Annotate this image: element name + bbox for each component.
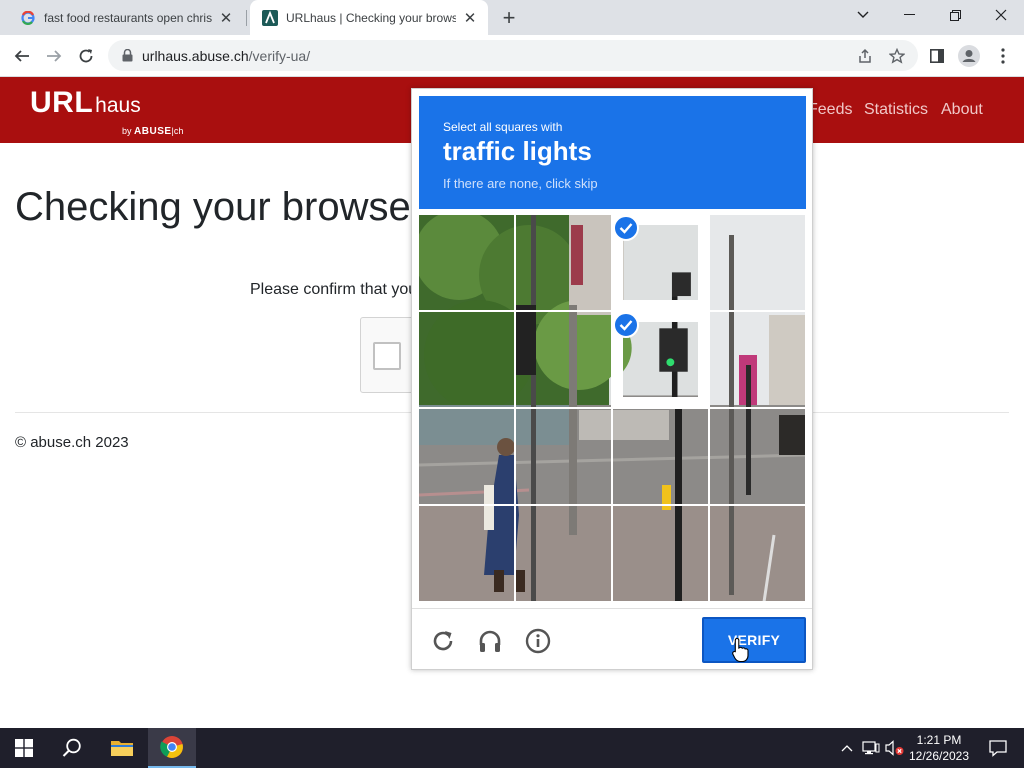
headphones-icon[interactable] bbox=[475, 626, 505, 656]
windows-start-icon[interactable] bbox=[0, 728, 48, 768]
challenge-instruction: Select all squares with bbox=[443, 120, 563, 134]
tile-image bbox=[516, 215, 611, 310]
urlhaus-logo[interactable]: URLhaus by ABUSE|ch bbox=[30, 86, 183, 137]
tile-image bbox=[516, 506, 611, 601]
tile-image bbox=[419, 215, 514, 310]
tab-urlhaus[interactable]: URLhaus | Checking your browse ✕ bbox=[250, 0, 488, 35]
network-icon[interactable] bbox=[860, 728, 882, 768]
verify-button[interactable]: VERIFY bbox=[702, 617, 806, 663]
logo-by: by bbox=[122, 126, 132, 136]
challenge-hint: If there are none, click skip bbox=[443, 176, 598, 191]
address-bar[interactable]: urlhaus.abuse.ch/verify-ua/ bbox=[108, 40, 918, 71]
google-icon bbox=[20, 10, 36, 26]
star-icon[interactable] bbox=[888, 47, 906, 65]
nav-about[interactable]: About bbox=[941, 101, 983, 119]
nav-feeds[interactable]: Feeds bbox=[808, 101, 852, 119]
tab-strip: fast food restaurants open christ ✕ URLh… bbox=[0, 0, 1024, 35]
tile-image bbox=[516, 409, 611, 504]
challenge-grid bbox=[419, 215, 806, 602]
challenge-tile[interactable] bbox=[710, 409, 805, 504]
search-icon[interactable] bbox=[48, 728, 96, 768]
logo-brand: URL bbox=[30, 86, 94, 119]
tab-title: URLhaus | Checking your browse bbox=[286, 10, 456, 25]
tile-image bbox=[710, 312, 805, 407]
tab-separator bbox=[246, 10, 247, 26]
browser-toolbar: urlhaus.abuse.ch/verify-ua/ bbox=[0, 35, 1024, 77]
url-path: /verify-ua/ bbox=[248, 47, 311, 64]
minimize-icon[interactable] bbox=[886, 0, 932, 30]
challenge-tile[interactable] bbox=[710, 215, 805, 310]
challenge-tile[interactable] bbox=[613, 409, 708, 504]
chrome-icon[interactable] bbox=[148, 728, 196, 768]
challenge-footer: VERIFY bbox=[412, 608, 812, 670]
close-icon[interactable]: ✕ bbox=[216, 8, 236, 28]
forward-icon[interactable] bbox=[40, 42, 68, 70]
challenge-tile[interactable] bbox=[516, 506, 611, 601]
reload-icon[interactable] bbox=[428, 626, 458, 656]
challenge-tile[interactable] bbox=[516, 215, 611, 310]
challenge-tile[interactable] bbox=[419, 409, 514, 504]
tile-image bbox=[419, 409, 514, 504]
url-text: urlhaus.abuse.ch/verify-ua/ bbox=[142, 48, 310, 64]
page-title: Checking your browse bbox=[15, 185, 411, 229]
checkmark-icon bbox=[613, 312, 639, 338]
challenge-target: traffic lights bbox=[443, 136, 592, 166]
footer-copyright: © abuse.ch 2023 bbox=[15, 434, 129, 451]
back-icon[interactable] bbox=[8, 42, 36, 70]
notification-icon[interactable] bbox=[978, 728, 1018, 768]
logo-abuse: ABUSE bbox=[134, 126, 172, 137]
system-clock[interactable]: 1:21 PM 12/26/2023 bbox=[906, 732, 972, 764]
logo-byline: by ABUSE|ch bbox=[122, 126, 183, 137]
clock-time: 1:21 PM bbox=[916, 733, 962, 747]
url-host: urlhaus.abuse.ch bbox=[142, 47, 249, 64]
challenge-tile[interactable] bbox=[516, 409, 611, 504]
share-icon[interactable] bbox=[856, 47, 874, 65]
restore-icon[interactable] bbox=[932, 0, 978, 30]
tab-google-search[interactable]: fast food restaurants open christ ✕ bbox=[8, 0, 244, 35]
tile-image bbox=[710, 215, 805, 310]
recaptcha-checkbox[interactable] bbox=[373, 342, 401, 370]
tile-image bbox=[419, 506, 514, 601]
hand-cursor-icon bbox=[732, 637, 750, 663]
profile-icon[interactable] bbox=[956, 43, 982, 69]
tile-image bbox=[613, 409, 708, 504]
challenge-tile[interactable] bbox=[516, 312, 611, 407]
recaptcha-challenge: Select all squares with traffic lights I… bbox=[411, 88, 813, 670]
challenge-tile[interactable] bbox=[710, 506, 805, 601]
challenge-tile[interactable] bbox=[419, 312, 514, 407]
challenge-tile[interactable] bbox=[419, 215, 514, 310]
new-tab-button[interactable]: + bbox=[497, 5, 521, 30]
challenge-tile[interactable] bbox=[613, 215, 708, 310]
tab-title: fast food restaurants open christ bbox=[44, 10, 212, 25]
tile-image bbox=[419, 312, 514, 407]
taskbar: 1:21 PM 12/26/2023 bbox=[0, 728, 1024, 768]
logo-brand-sub: haus bbox=[95, 94, 141, 117]
clock-date: 12/26/2023 bbox=[908, 749, 970, 763]
tile-image bbox=[710, 409, 805, 504]
side-panel-icon[interactable] bbox=[924, 43, 950, 69]
chevron-down-icon[interactable] bbox=[851, 5, 875, 25]
menu-icon[interactable] bbox=[990, 43, 1016, 69]
challenge-tile[interactable] bbox=[613, 312, 708, 407]
volume-muted-icon[interactable] bbox=[884, 728, 906, 768]
file-explorer-icon[interactable] bbox=[98, 728, 146, 768]
window-close-icon[interactable] bbox=[978, 0, 1024, 30]
reload-icon[interactable] bbox=[72, 42, 100, 70]
tile-image bbox=[710, 506, 805, 601]
confirm-text: Please confirm that you bbox=[250, 281, 418, 298]
chevron-up-icon[interactable] bbox=[838, 728, 856, 768]
tile-image bbox=[613, 506, 708, 601]
challenge-header: Select all squares with traffic lights I… bbox=[419, 96, 806, 209]
challenge-tile[interactable] bbox=[419, 506, 514, 601]
challenge-tile[interactable] bbox=[710, 312, 805, 407]
info-icon[interactable] bbox=[523, 626, 553, 656]
tile-image bbox=[516, 312, 611, 407]
logo-suffix: |ch bbox=[171, 126, 184, 136]
abuse-icon bbox=[262, 9, 278, 26]
lock-icon[interactable] bbox=[119, 48, 135, 64]
checkmark-icon bbox=[613, 215, 639, 241]
close-icon[interactable]: ✕ bbox=[460, 8, 480, 28]
challenge-tile[interactable] bbox=[613, 506, 708, 601]
nav-statistics[interactable]: Statistics bbox=[864, 101, 928, 119]
